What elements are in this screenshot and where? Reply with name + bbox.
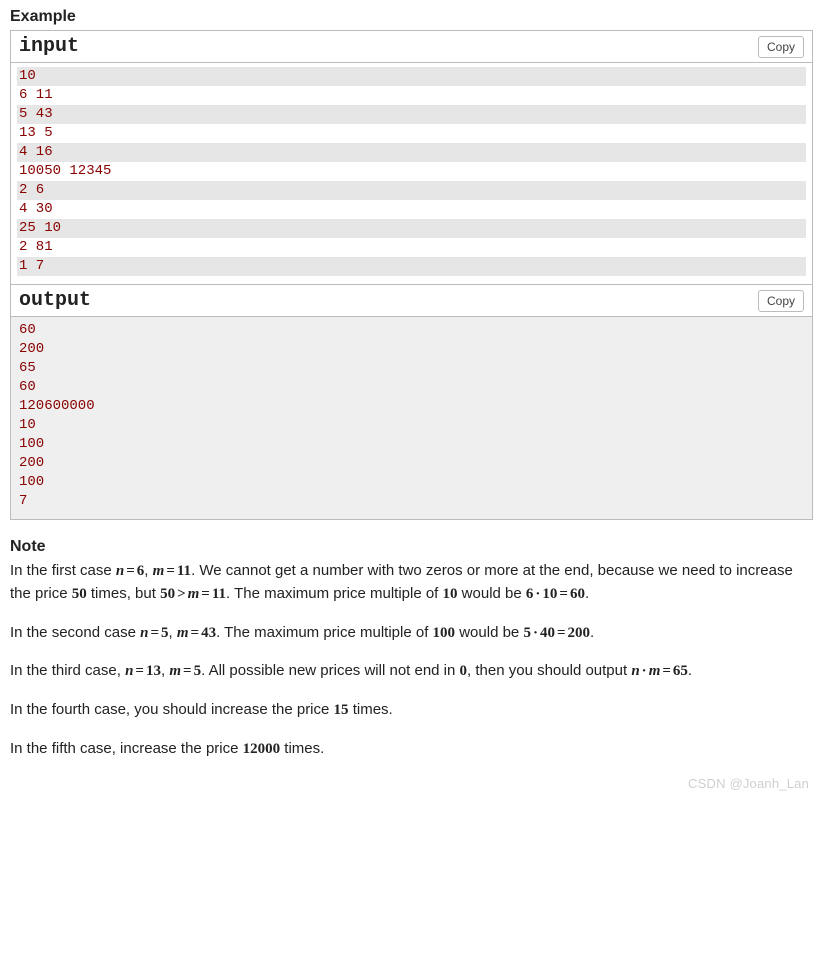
dot-icon: · — [640, 663, 649, 679]
input-title: input — [19, 35, 79, 58]
equals-icon: = — [557, 586, 570, 602]
equals-icon: = — [181, 663, 194, 679]
math-num: 200 — [568, 625, 591, 641]
text: . The maximum price multiple of — [216, 624, 432, 641]
output-body: 602006560120600000101002001007 — [11, 317, 812, 519]
output-header: output Copy — [11, 285, 812, 317]
input-line: 6 11 — [17, 86, 806, 105]
text: . — [688, 662, 692, 679]
text: , — [144, 562, 152, 579]
math-num: 5 — [194, 663, 202, 679]
example-heading: Example — [10, 8, 813, 26]
math-num: 15 — [334, 702, 349, 718]
math-num: 65 — [673, 663, 688, 679]
note-section: Note In the first case n=6, m=11. We can… — [10, 538, 813, 761]
input-line: 1 7 — [17, 257, 806, 276]
math-num: 10 — [542, 586, 557, 602]
equals-icon: = — [148, 625, 161, 641]
text: In the third case, — [10, 662, 125, 679]
note-paragraph-5: In the fifth case, increase the price 12… — [10, 738, 813, 761]
note-paragraph-2: In the second case n=5, m=43. The maximu… — [10, 622, 813, 645]
text: . — [590, 624, 594, 641]
input-block: input Copy 106 115 4313 54 1610050 12345… — [10, 30, 813, 285]
output-line: 60 — [17, 378, 806, 397]
input-line: 4 30 — [17, 200, 806, 219]
equals-icon: = — [555, 625, 568, 641]
math-num: 13 — [146, 663, 161, 679]
math-num: 10 — [443, 586, 458, 602]
output-line: 120600000 — [17, 397, 806, 416]
output-title: output — [19, 289, 91, 312]
equals-icon: = — [199, 586, 212, 602]
equals-icon: = — [164, 563, 177, 579]
text: , then you should output — [467, 662, 631, 679]
output-line: 200 — [17, 340, 806, 359]
input-header: input Copy — [11, 31, 812, 63]
copy-input-button[interactable]: Copy — [758, 36, 804, 58]
input-line: 25 10 — [17, 219, 806, 238]
text: times. — [280, 740, 324, 757]
dot-icon: · — [531, 625, 540, 641]
input-line: 2 81 — [17, 238, 806, 257]
math-var-m: m — [188, 586, 200, 602]
equals-icon: = — [133, 663, 146, 679]
input-body: 106 115 4313 54 1610050 123452 64 3025 1… — [11, 63, 812, 284]
output-line: 10 — [17, 416, 806, 435]
output-block: output Copy 6020065601206000001010020010… — [10, 285, 813, 520]
text: . The maximum price multiple of — [226, 585, 442, 602]
output-line: 7 — [17, 492, 806, 511]
math-var-m: m — [177, 625, 189, 641]
math-num: 5 — [523, 625, 531, 641]
output-line: 100 — [17, 435, 806, 454]
math-num: 43 — [201, 625, 216, 641]
math-num: 12000 — [243, 741, 281, 757]
note-heading: Note — [10, 538, 813, 556]
input-line: 10050 12345 — [17, 162, 806, 181]
input-line: 5 43 — [17, 105, 806, 124]
input-line: 4 16 — [17, 143, 806, 162]
math-var-n: n — [631, 663, 639, 679]
text: In the first case — [10, 562, 116, 579]
math-var-m: m — [649, 663, 661, 679]
text: would be — [458, 585, 526, 602]
watermark: CSDN @Joanh_Lan — [688, 776, 809, 791]
equals-icon: = — [189, 625, 202, 641]
text: In the fifth case, increase the price — [10, 740, 243, 757]
text: . — [585, 585, 589, 602]
note-paragraph-1: In the first case n=6, m=11. We cannot g… — [10, 560, 813, 606]
output-line: 60 — [17, 321, 806, 340]
input-line: 2 6 — [17, 181, 806, 200]
note-paragraph-3: In the third case, n=13, m=5. All possib… — [10, 660, 813, 683]
copy-output-button[interactable]: Copy — [758, 290, 804, 312]
text: . All possible new prices will not end i… — [201, 662, 459, 679]
equals-icon: = — [124, 563, 137, 579]
text: , — [169, 624, 177, 641]
text: In the second case — [10, 624, 140, 641]
text: would be — [455, 624, 523, 641]
math-num: 0 — [460, 663, 468, 679]
input-line: 10 — [17, 67, 806, 86]
input-line: 13 5 — [17, 124, 806, 143]
math-var-m: m — [169, 663, 181, 679]
text: In the fourth case, you should increase … — [10, 701, 334, 718]
note-paragraph-4: In the fourth case, you should increase … — [10, 699, 813, 722]
output-line: 65 — [17, 359, 806, 378]
text: times, but — [87, 585, 160, 602]
math-num: 11 — [212, 586, 226, 602]
output-line: 200 — [17, 454, 806, 473]
math-num: 40 — [540, 625, 555, 641]
math-num: 5 — [161, 625, 169, 641]
text: times. — [349, 701, 393, 718]
math-num: 100 — [433, 625, 456, 641]
math-var-n: n — [116, 563, 124, 579]
math-num: 60 — [570, 586, 585, 602]
output-line: 100 — [17, 473, 806, 492]
equals-icon: = — [660, 663, 673, 679]
greater-than-icon: > — [175, 586, 188, 602]
math-var-m: m — [153, 563, 165, 579]
math-num: 50 — [160, 586, 175, 602]
math-num: 50 — [72, 586, 87, 602]
math-num: 11 — [177, 563, 191, 579]
